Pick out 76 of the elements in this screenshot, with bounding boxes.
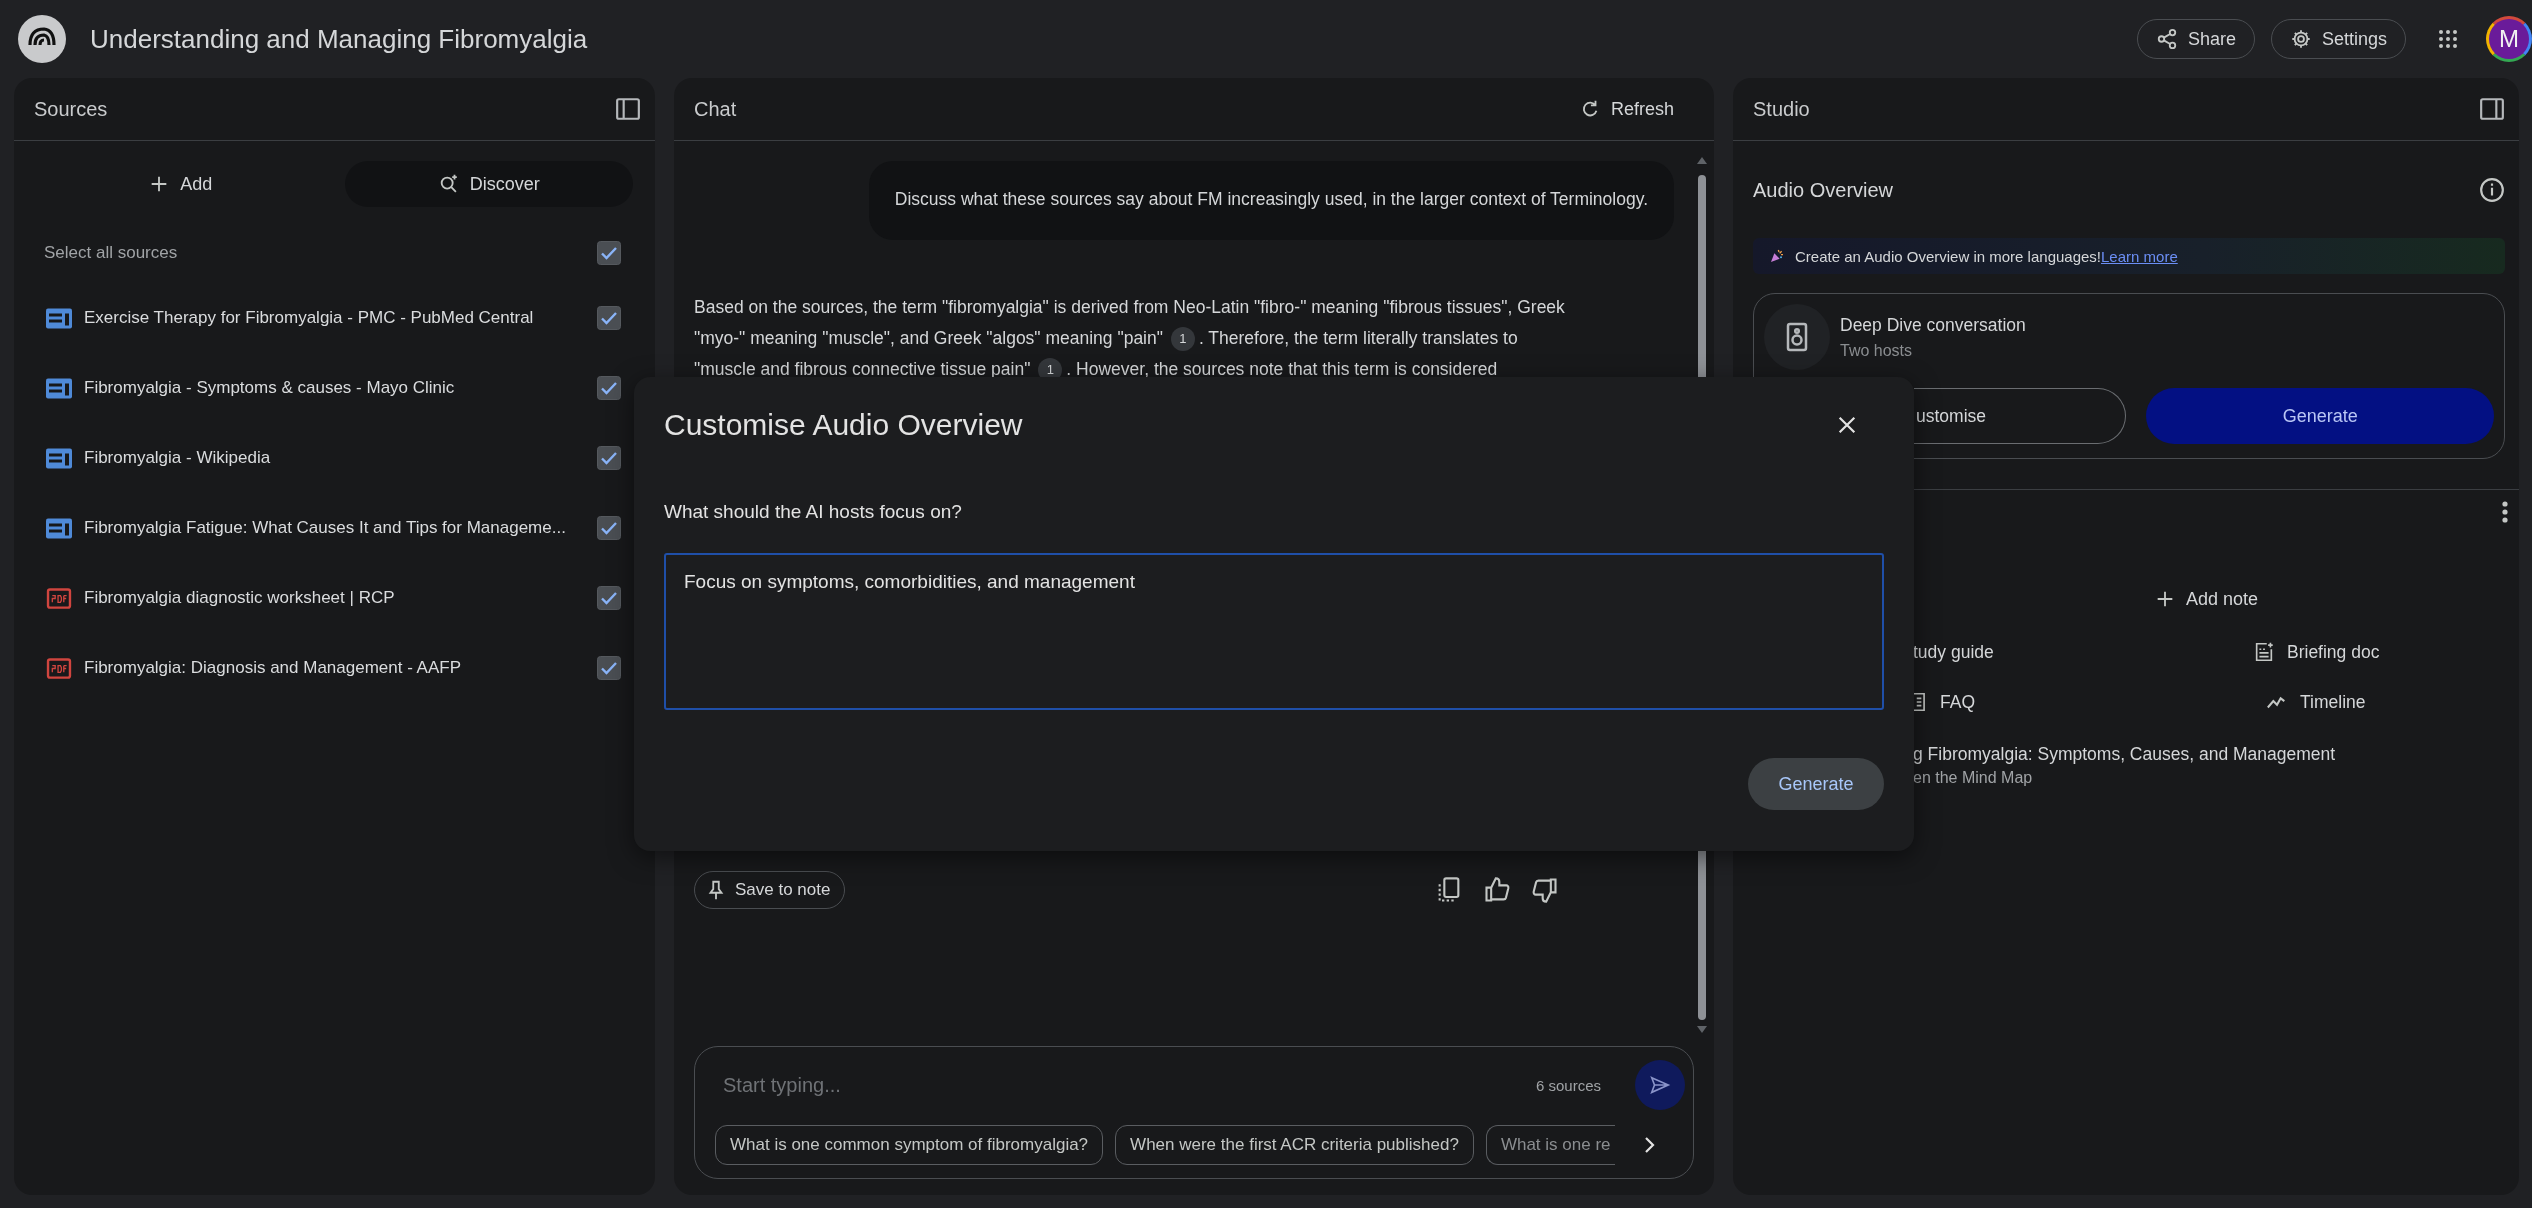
note-action-button[interactable]: Timeline (2266, 680, 2366, 724)
panel-toggle-icon[interactable] (2479, 96, 2505, 122)
checkbox[interactable] (597, 586, 621, 610)
source-title[interactable]: Fibromyalgia - Symptoms & causes - Mayo Clinic (84, 378, 597, 398)
card-title: Deep Dive conversation (1840, 314, 2026, 336)
panel-title: Chat (694, 97, 737, 121)
more-options-icon[interactable] (2501, 500, 2509, 524)
user-message: Discuss what these sources say about FM increasingly used, in the larger context of Terminology. (868, 161, 1674, 240)
note-action-button[interactable]: FAQ (1913, 680, 1975, 724)
focus-field[interactable]: Focus on symptoms, comorbidities, and management (664, 553, 1884, 710)
speaker-icon (1764, 304, 1830, 370)
pdf-source-icon (46, 657, 72, 679)
party-popper-icon (1769, 248, 1785, 264)
chat-input[interactable]: Start typing... 6 sources What is one common symptom of fibromyalgia? When were the first ACR criteria published? What is one re (694, 1046, 1694, 1179)
banner-text: Create an Audio Overview in more languages! (1795, 247, 2101, 265)
settings-icon (2289, 28, 2312, 50)
document-icon (1913, 691, 1926, 713)
suggestion-chip[interactable]: What is one re (1485, 1125, 1615, 1165)
checkbox[interactable] (597, 516, 621, 540)
dialog-title: Customise Audio Overview (664, 408, 1023, 442)
source-title[interactable]: Fibromyalgia diagnostic worksheet | RCP (84, 588, 597, 608)
send-button[interactable] (1635, 1060, 1685, 1110)
thumbs-up-icon[interactable] (1483, 876, 1511, 904)
response-text: "myo-" meaning "muscle", and Greek "algos" meaning "pain" (694, 327, 1163, 350)
response-text: Based on the sources, the term "fibromyalgia" is derived from Neo-Latin "fibro-" meaning "fibrous tissues", Greek (694, 296, 1565, 319)
panel-title: Sources (34, 97, 108, 121)
checkbox[interactable] (597, 656, 621, 680)
share-icon (2155, 28, 2178, 50)
learn-more-link[interactable]: Learn more (2101, 247, 2178, 265)
avatar[interactable]: M (2486, 16, 2532, 62)
web-source-icon (46, 307, 72, 329)
note-action-button[interactable]: Briefing doc (2253, 630, 2380, 674)
close-icon[interactable] (1836, 414, 1858, 436)
mind-map-note[interactable]: g Fibromyalgia: Symptoms, Causes, and Management en the Mind Map (1913, 744, 2336, 787)
card-subtitle: Two hosts (1840, 341, 1914, 360)
generate-button[interactable]: Generate (1748, 758, 1884, 810)
checkbox[interactable] (597, 446, 621, 470)
select-all-label: Select all sources (44, 243, 179, 263)
thumbs-down-icon[interactable] (1531, 876, 1559, 904)
checkbox[interactable] (597, 306, 621, 330)
panel-toggle-icon[interactable] (615, 96, 641, 122)
panel-title: Studio (1753, 97, 1810, 121)
send-icon (1649, 1074, 1671, 1096)
web-source-icon (46, 447, 72, 469)
notebook-title: Understanding and Managing Fibromyalgia (90, 23, 588, 55)
note-title: g Fibromyalgia: Symptoms, Causes, and Management (1913, 744, 2336, 765)
source-title[interactable]: Fibromyalgia Fatigue: What Causes It and Tips for Manageme... (84, 518, 597, 538)
section-title: Audio Overview (1753, 178, 1894, 202)
web-source-icon (46, 377, 72, 399)
discover-button[interactable]: Discover (344, 161, 633, 207)
source-title[interactable]: Exercise Therapy for Fibromyalgia - PMC - PubMed Central (84, 308, 597, 328)
document-icon (2253, 641, 2275, 663)
info-icon[interactable] (2479, 177, 2505, 203)
apps-icon[interactable] (2436, 27, 2460, 51)
generate-button[interactable]: Generate (2146, 388, 2494, 444)
pdf-source-icon (46, 587, 72, 609)
chat-placeholder: Start typing... (723, 1073, 841, 1097)
source-title[interactable]: Fibromyalgia - Wikipedia (84, 448, 597, 468)
suggestion-chip[interactable]: When were the first ACR criteria published? (1115, 1125, 1474, 1165)
refresh-button[interactable]: Refresh (1572, 86, 1680, 132)
dialog-question: What should the AI hosts focus on? (664, 501, 963, 523)
checkbox[interactable] (597, 241, 621, 265)
note-subtitle: en the Mind Map (1913, 769, 2034, 787)
web-source-icon (46, 517, 72, 539)
citation-badge[interactable]: 1 (1170, 326, 1195, 351)
response-text: . However, the sources note that this term is considered (1066, 358, 1498, 381)
add-button[interactable]: Add (36, 161, 325, 207)
response-text: "muscle and fibrous connective tissue pain" (694, 358, 1031, 381)
logo-icon[interactable] (18, 15, 66, 63)
source-title[interactable]: Fibromyalgia: Diagnosis and Management - AAFP (84, 658, 597, 678)
checkbox[interactable] (597, 376, 621, 400)
add-note-button[interactable]: Add note (2147, 576, 2265, 622)
suggestion-chip[interactable]: What is one common symptom of fibromyalgia? (715, 1125, 1104, 1165)
response-text: . Therefore, the term literally translates to (1198, 327, 1518, 350)
note-action-button[interactable]: tudy guide (1913, 630, 1994, 674)
source-count: 6 sources (1535, 1076, 1601, 1094)
